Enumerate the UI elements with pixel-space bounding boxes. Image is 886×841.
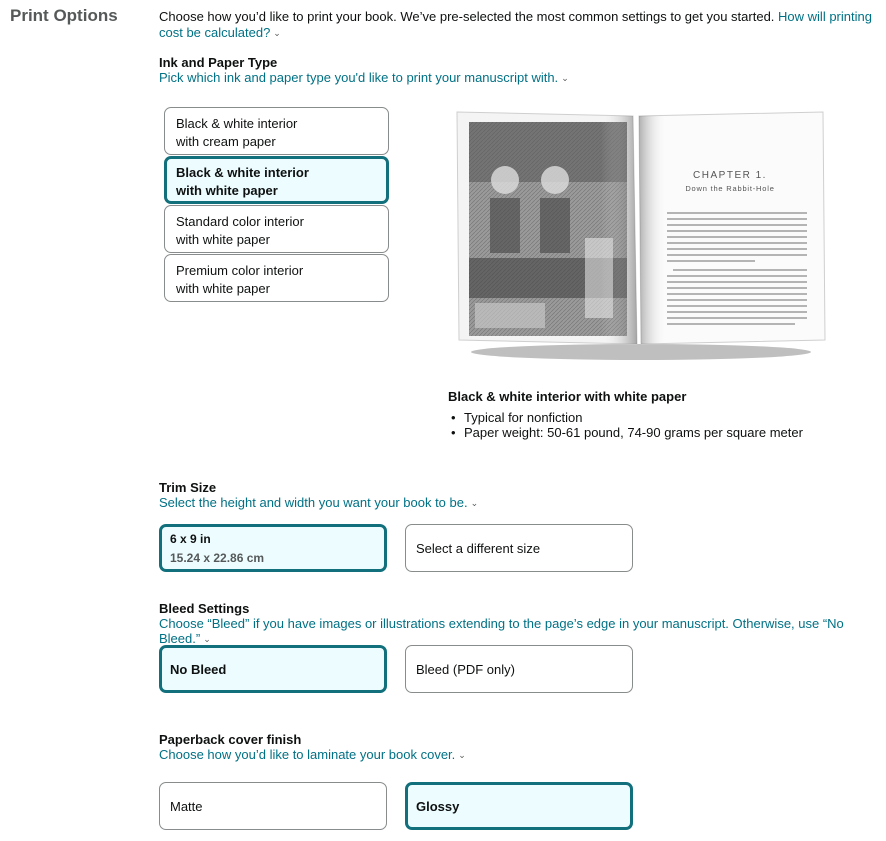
- chevron-down-icon[interactable]: ⌄: [273, 25, 281, 41]
- select-different-size-label: Select a different size: [416, 540, 541, 556]
- trim-size-value: 6 x 9 in: [170, 531, 211, 546]
- ink-paper-description[interactable]: Pick which ink and paper type you'd like…: [159, 70, 569, 85]
- trim-size-6x9-option[interactable]: 6 x 9 in 15.24 x 22.86 cm: [159, 524, 387, 572]
- cover-finish-description[interactable]: Choose how you’d like to laminate your b…: [159, 747, 466, 762]
- paper-option-line2: with cream paper: [176, 134, 276, 149]
- chevron-down-icon: ⌄: [458, 750, 466, 760]
- ink-paper-heading: Ink and Paper Type: [159, 55, 278, 70]
- bleed-heading: Bleed Settings: [159, 601, 250, 616]
- trim-size-metric: 15.24 x 22.86 cm: [170, 550, 265, 565]
- paper-option-line1: Premium color interior: [176, 263, 304, 278]
- bleed-description-text: Choose “Bleed” if you have images or ill…: [159, 616, 844, 646]
- paper-option-line2: with white paper: [176, 183, 278, 198]
- trim-size-heading: Trim Size: [159, 480, 217, 495]
- page-title: Print Options: [10, 6, 118, 25]
- intro-text: Choose how you’d like to print your book…: [159, 9, 881, 42]
- chevron-down-icon: ⌄: [203, 634, 211, 644]
- bleed-pdf-label: Bleed (PDF only): [416, 661, 515, 677]
- paper-option-bw-white[interactable]: Black & white interior with white paper: [164, 156, 389, 204]
- glossy-option[interactable]: Glossy: [405, 782, 633, 830]
- paper-option-line1: Black & white interior: [176, 165, 309, 180]
- paper-option-line1: Black & white interior: [176, 116, 298, 131]
- paper-details-list: Typical for nonfiction Paper weight: 50-…: [448, 410, 803, 440]
- chapter-subtitle: Down the Rabbit-Hole: [685, 184, 774, 193]
- list-item: Typical for nonfiction: [448, 410, 803, 425]
- paper-option-bw-cream[interactable]: Black & white interior with cream paper: [164, 107, 389, 155]
- trim-size-description-text: Select the height and width you want you…: [159, 495, 468, 510]
- no-bleed-label: No Bleed: [170, 661, 227, 677]
- matte-option[interactable]: Matte: [159, 782, 387, 830]
- paper-option-standard-color[interactable]: Standard color interior with white paper: [164, 205, 389, 253]
- cover-finish-heading: Paperback cover finish: [159, 732, 302, 747]
- no-bleed-option[interactable]: No Bleed: [159, 645, 387, 693]
- trim-size-description[interactable]: Select the height and width you want you…: [159, 495, 478, 510]
- paper-option-line2: with white paper: [176, 232, 270, 247]
- list-item: Paper weight: 50-61 pound, 74-90 grams p…: [448, 425, 803, 440]
- selected-paper-title: Black & white interior with white paper: [448, 389, 687, 404]
- glossy-label: Glossy: [416, 798, 460, 814]
- chevron-down-icon: ⌄: [561, 73, 569, 83]
- paper-option-line1: Standard color interior: [176, 214, 304, 229]
- book-preview-image: CHAPTER 1. Down the Rabbit-Hole: [455, 108, 827, 362]
- paper-option-premium-color[interactable]: Premium color interior with white paper: [164, 254, 389, 302]
- chapter-label: CHAPTER 1.: [693, 170, 767, 181]
- matte-label: Matte: [170, 798, 203, 814]
- select-different-size-button[interactable]: Select a different size: [405, 524, 633, 572]
- open-book-illustration: CHAPTER 1. Down the Rabbit-Hole: [456, 111, 826, 360]
- intro-description: Choose how you’d like to print your book…: [159, 9, 779, 24]
- bleed-description[interactable]: Choose “Bleed” if you have images or ill…: [159, 616, 886, 646]
- bleed-pdf-option[interactable]: Bleed (PDF only): [405, 645, 633, 693]
- cover-finish-description-text: Choose how you’d like to laminate your b…: [159, 747, 456, 762]
- paper-option-line2: with white paper: [176, 281, 270, 296]
- chevron-down-icon: ⌄: [470, 498, 479, 508]
- ink-paper-description-text: Pick which ink and paper type you'd like…: [159, 70, 559, 85]
